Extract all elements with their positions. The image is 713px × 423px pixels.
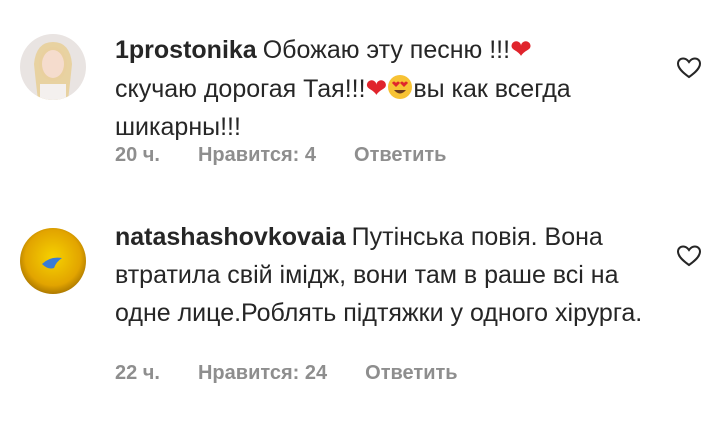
comment-time: 22 ч. [115,362,160,384]
comment-meta: 20 ч. Нравится: 4 Ответить [115,144,484,167]
heart-outline-icon[interactable] [676,244,702,268]
comment-username[interactable]: natashashovkovaia [115,223,346,251]
comment-username[interactable]: 1prostonika [115,36,257,64]
likes-count[interactable]: Нравится: 4 [198,144,316,166]
avatar[interactable] [20,34,86,100]
heart-eyes-emoji [388,75,413,99]
comment-text: 1prostonika Обожаю эту песню !!!❤ скучаю … [115,34,571,141]
comment-time: 20 ч. [115,144,160,166]
comment-text: natashashovkovaia Путінська повія. Вона в… [115,223,643,327]
reply-button[interactable]: Ответить [354,144,446,166]
comment-meta: 22 ч. Нравится: 24 Ответить [115,362,496,385]
avatar[interactable] [20,228,86,294]
red-heart-emoji: ❤ [510,34,532,64]
red-heart-emoji: ❤ [365,73,388,103]
reply-button[interactable]: Ответить [365,362,457,384]
heart-outline-icon[interactable] [676,56,702,80]
likes-count[interactable]: Нравится: 24 [198,362,327,384]
